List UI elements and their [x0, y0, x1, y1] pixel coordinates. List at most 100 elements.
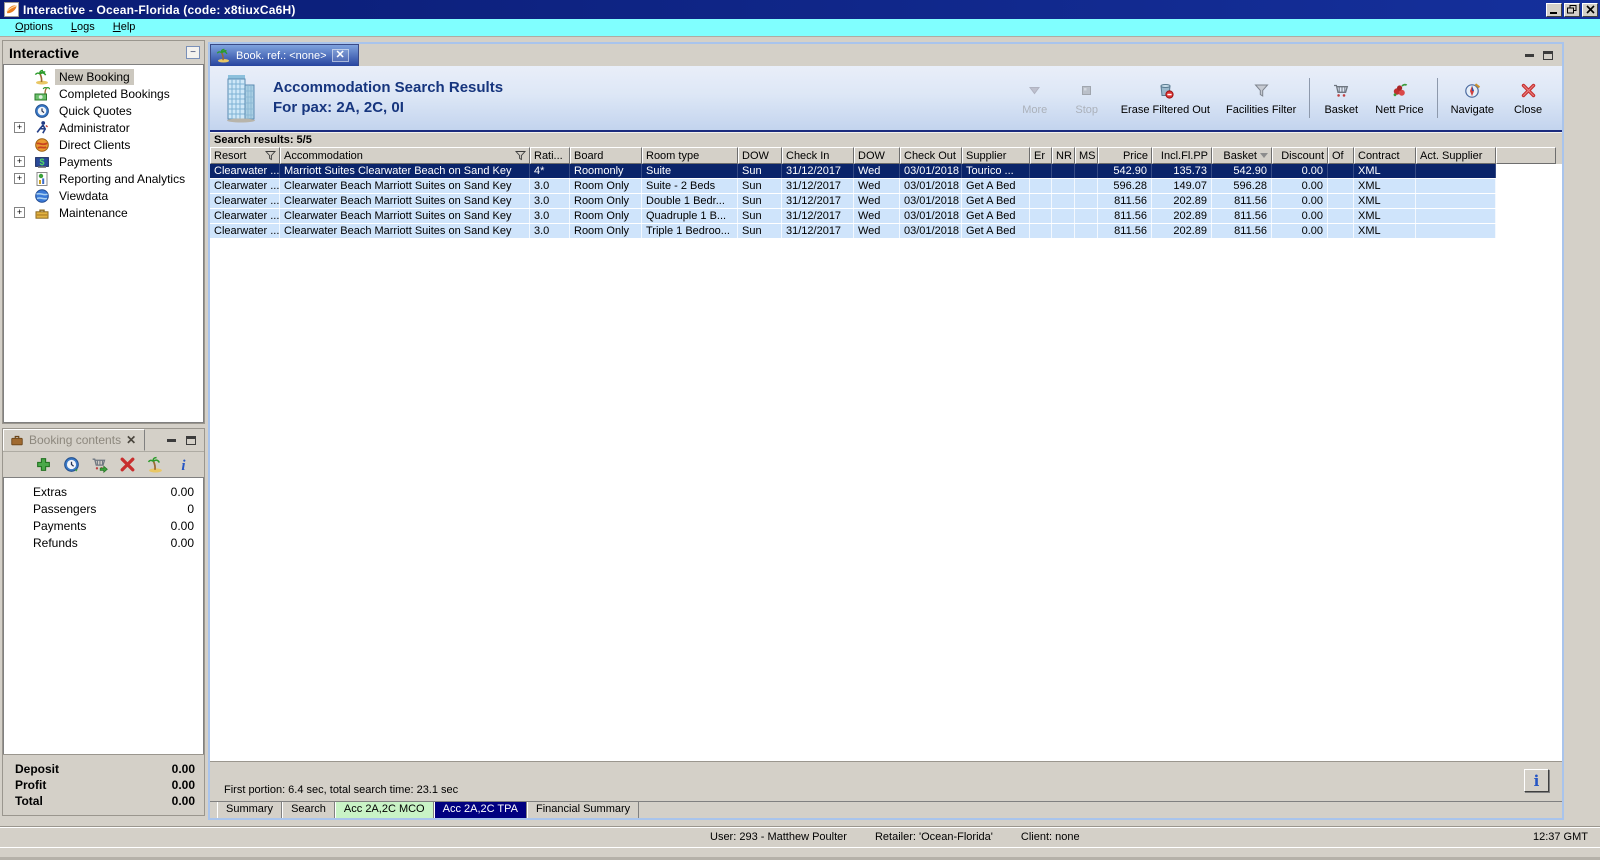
toolbar-basket[interactable]: Basket [1323, 81, 1359, 116]
status-bar: User: 293 - Matthew Poulter Retailer: 'O… [0, 826, 1600, 847]
table-row[interactable]: Clearwater ... Marriott Suites Clearwater… [210, 164, 1496, 179]
table-row[interactable]: Clearwater ... Clearwater Beach Marriott … [210, 224, 1496, 239]
column-header-dow[interactable]: DOW [738, 147, 782, 164]
facilities-filter-icon [1252, 81, 1271, 100]
results-toolbar: More Stop Erase Filtered Out Facilities Fil… [1009, 78, 1554, 118]
panel-maximize-icon[interactable] [186, 436, 196, 445]
tab-search[interactable]: Search [282, 802, 335, 818]
table-row[interactable]: Clearwater ... Clearwater Beach Marriott … [210, 194, 1496, 209]
expand-icon[interactable]: + [14, 156, 25, 167]
navigation-tree: +New Booking+Completed Bookings+Quick Qu… [3, 64, 204, 423]
collapse-panel-button[interactable]: − [186, 46, 200, 59]
window-minimize-button[interactable] [1546, 2, 1562, 17]
panel-minimize-icon[interactable] [167, 439, 176, 442]
column-header-accommodation[interactable]: Accommodation [280, 147, 530, 164]
tab-booking-contents[interactable]: Booking contents ✕ [3, 429, 146, 451]
document-maximize-icon[interactable] [1543, 51, 1553, 60]
menu-logs[interactable]: Logs [62, 20, 104, 35]
expand-icon[interactable]: + [14, 207, 25, 218]
column-header-act-supplier[interactable]: Act. Supplier [1416, 147, 1496, 164]
tab-financial-summary[interactable]: Financial Summary [527, 802, 640, 818]
add-button[interactable] [35, 456, 52, 473]
close-tab-icon[interactable]: ✕ [331, 49, 349, 62]
app-logo-icon [4, 2, 19, 17]
toolbar-erase-filtered-out[interactable]: Erase Filtered Out [1121, 81, 1210, 116]
navigation-panel-title: Interactive [9, 44, 80, 61]
completed-bookings-icon [34, 86, 50, 102]
window-restore-button[interactable] [1564, 2, 1580, 17]
sidebar-item-quick-quotes[interactable]: +Quick Quotes [4, 102, 203, 119]
table-row[interactable]: Clearwater ... Clearwater Beach Marriott … [210, 179, 1496, 194]
funnel-icon [264, 150, 277, 161]
toolbar-close[interactable]: Close [1510, 81, 1546, 116]
direct-clients-icon [34, 137, 50, 153]
column-header-incl-fl-pp[interactable]: Incl.Fl.PP [1152, 147, 1212, 164]
toolbar-stop[interactable]: Stop [1069, 81, 1105, 116]
column-header-check-in[interactable]: Check In [782, 147, 854, 164]
sidebar-item-label: Viewdata [59, 188, 109, 203]
menu-help[interactable]: Help [104, 20, 145, 35]
results-footer: First portion: 6.4 sec, total search tim… [210, 761, 1562, 801]
column-header-rati[interactable]: Rati... [530, 147, 570, 164]
column-header-blank[interactable] [1496, 147, 1556, 164]
palm-tree-icon [34, 69, 50, 85]
expand-icon[interactable]: + [14, 122, 25, 133]
sidebar-item-reporting-and-analytics[interactable]: + Reporting and Analytics [4, 170, 203, 187]
sidebar-item-new-booking[interactable]: +New Booking [4, 68, 203, 85]
page-title: Accommodation Search Results [273, 79, 504, 96]
column-header-basket[interactable]: Basket [1212, 147, 1272, 164]
column-header-ms[interactable]: MS [1075, 147, 1098, 164]
table-row[interactable]: Clearwater ... Clearwater Beach Marriott … [210, 209, 1496, 224]
status-user: User: 293 - Matthew Poulter [710, 831, 847, 843]
tab-summary[interactable]: Summary [217, 802, 283, 818]
booking-contents-row: Payments 0.00 [33, 518, 194, 533]
quick-quotes-icon [34, 103, 50, 119]
toolbar-navigate[interactable]: Navigate [1451, 81, 1494, 116]
svg-text:i: i [181, 458, 186, 473]
column-header-resort[interactable]: Resort [210, 147, 280, 164]
booking-contents-summary: Deposit 0.00 Profit 0.00 Total 0.00 [3, 754, 204, 815]
column-header-discount[interactable]: Discount [1272, 147, 1328, 164]
toolbar-nett-price[interactable]: Nett Price [1375, 81, 1424, 116]
navigation-panel-header: Interactive − [3, 41, 204, 64]
results-header: Accommodation Search Results For pax: 2A… [210, 66, 1562, 132]
column-header-nr[interactable]: NR [1052, 147, 1075, 164]
column-header-er[interactable]: Er [1030, 147, 1052, 164]
column-header-of[interactable]: Of [1328, 147, 1354, 164]
expand-icon[interactable]: + [14, 173, 25, 184]
info-button[interactable]: i [1524, 769, 1549, 792]
sidebar-item-payments[interactable]: + $ Payments [4, 153, 203, 170]
window-close-button[interactable] [1582, 2, 1598, 17]
sidebar-item-viewdata[interactable]: +Viewdata [4, 187, 203, 204]
column-header-dow[interactable]: DOW [854, 147, 900, 164]
booking-contents-row: Passengers 0 [33, 501, 194, 516]
column-header-contract[interactable]: Contract [1354, 147, 1416, 164]
booking-summary-row: Profit 0.00 [15, 778, 195, 792]
quick-quote-button[interactable] [63, 456, 80, 473]
close-booking-contents-icon[interactable]: ✕ [126, 433, 136, 447]
move-to-basket-button[interactable] [91, 456, 108, 474]
sidebar-item-maintenance[interactable]: + Maintenance [4, 204, 203, 221]
column-header-supplier[interactable]: Supplier [962, 147, 1030, 164]
column-header-check-out[interactable]: Check Out [900, 147, 962, 164]
tab-acc-2a-2c-mco[interactable]: Acc 2A,2C MCO [334, 802, 434, 818]
column-header-board[interactable]: Board [570, 147, 642, 164]
sidebar-item-completed-bookings[interactable]: +Completed Bookings [4, 85, 203, 102]
sidebar-item-direct-clients[interactable]: +Direct Clients [4, 136, 203, 153]
column-header-price[interactable]: Price [1098, 147, 1152, 164]
delete-button[interactable] [119, 456, 136, 473]
new-booking-button[interactable] [147, 456, 164, 473]
tab-book-ref[interactable]: Book. ref.: <none> ✕ [210, 44, 359, 66]
palm-tree-icon [216, 48, 231, 63]
tab-acc-2a-2c-tpa[interactable]: Acc 2A,2C TPA [433, 802, 528, 818]
toolbar-more[interactable]: More [1017, 81, 1053, 116]
sidebar-item-administrator[interactable]: + Administrator [4, 119, 203, 136]
sidebar-item-label: Completed Bookings [59, 86, 170, 101]
document-minimize-icon[interactable] [1525, 54, 1534, 57]
administrator-icon [34, 120, 50, 136]
info-button[interactable]: i [175, 456, 192, 474]
column-header-room-type[interactable]: Room type [642, 147, 738, 164]
toolbar-facilities-filter[interactable]: Facilities Filter [1226, 81, 1296, 116]
booking-contents-list: Extras 0.00 Passengers 0 Payments 0.00 Refunds… [3, 477, 204, 754]
menu-options[interactable]: Options [6, 20, 62, 35]
